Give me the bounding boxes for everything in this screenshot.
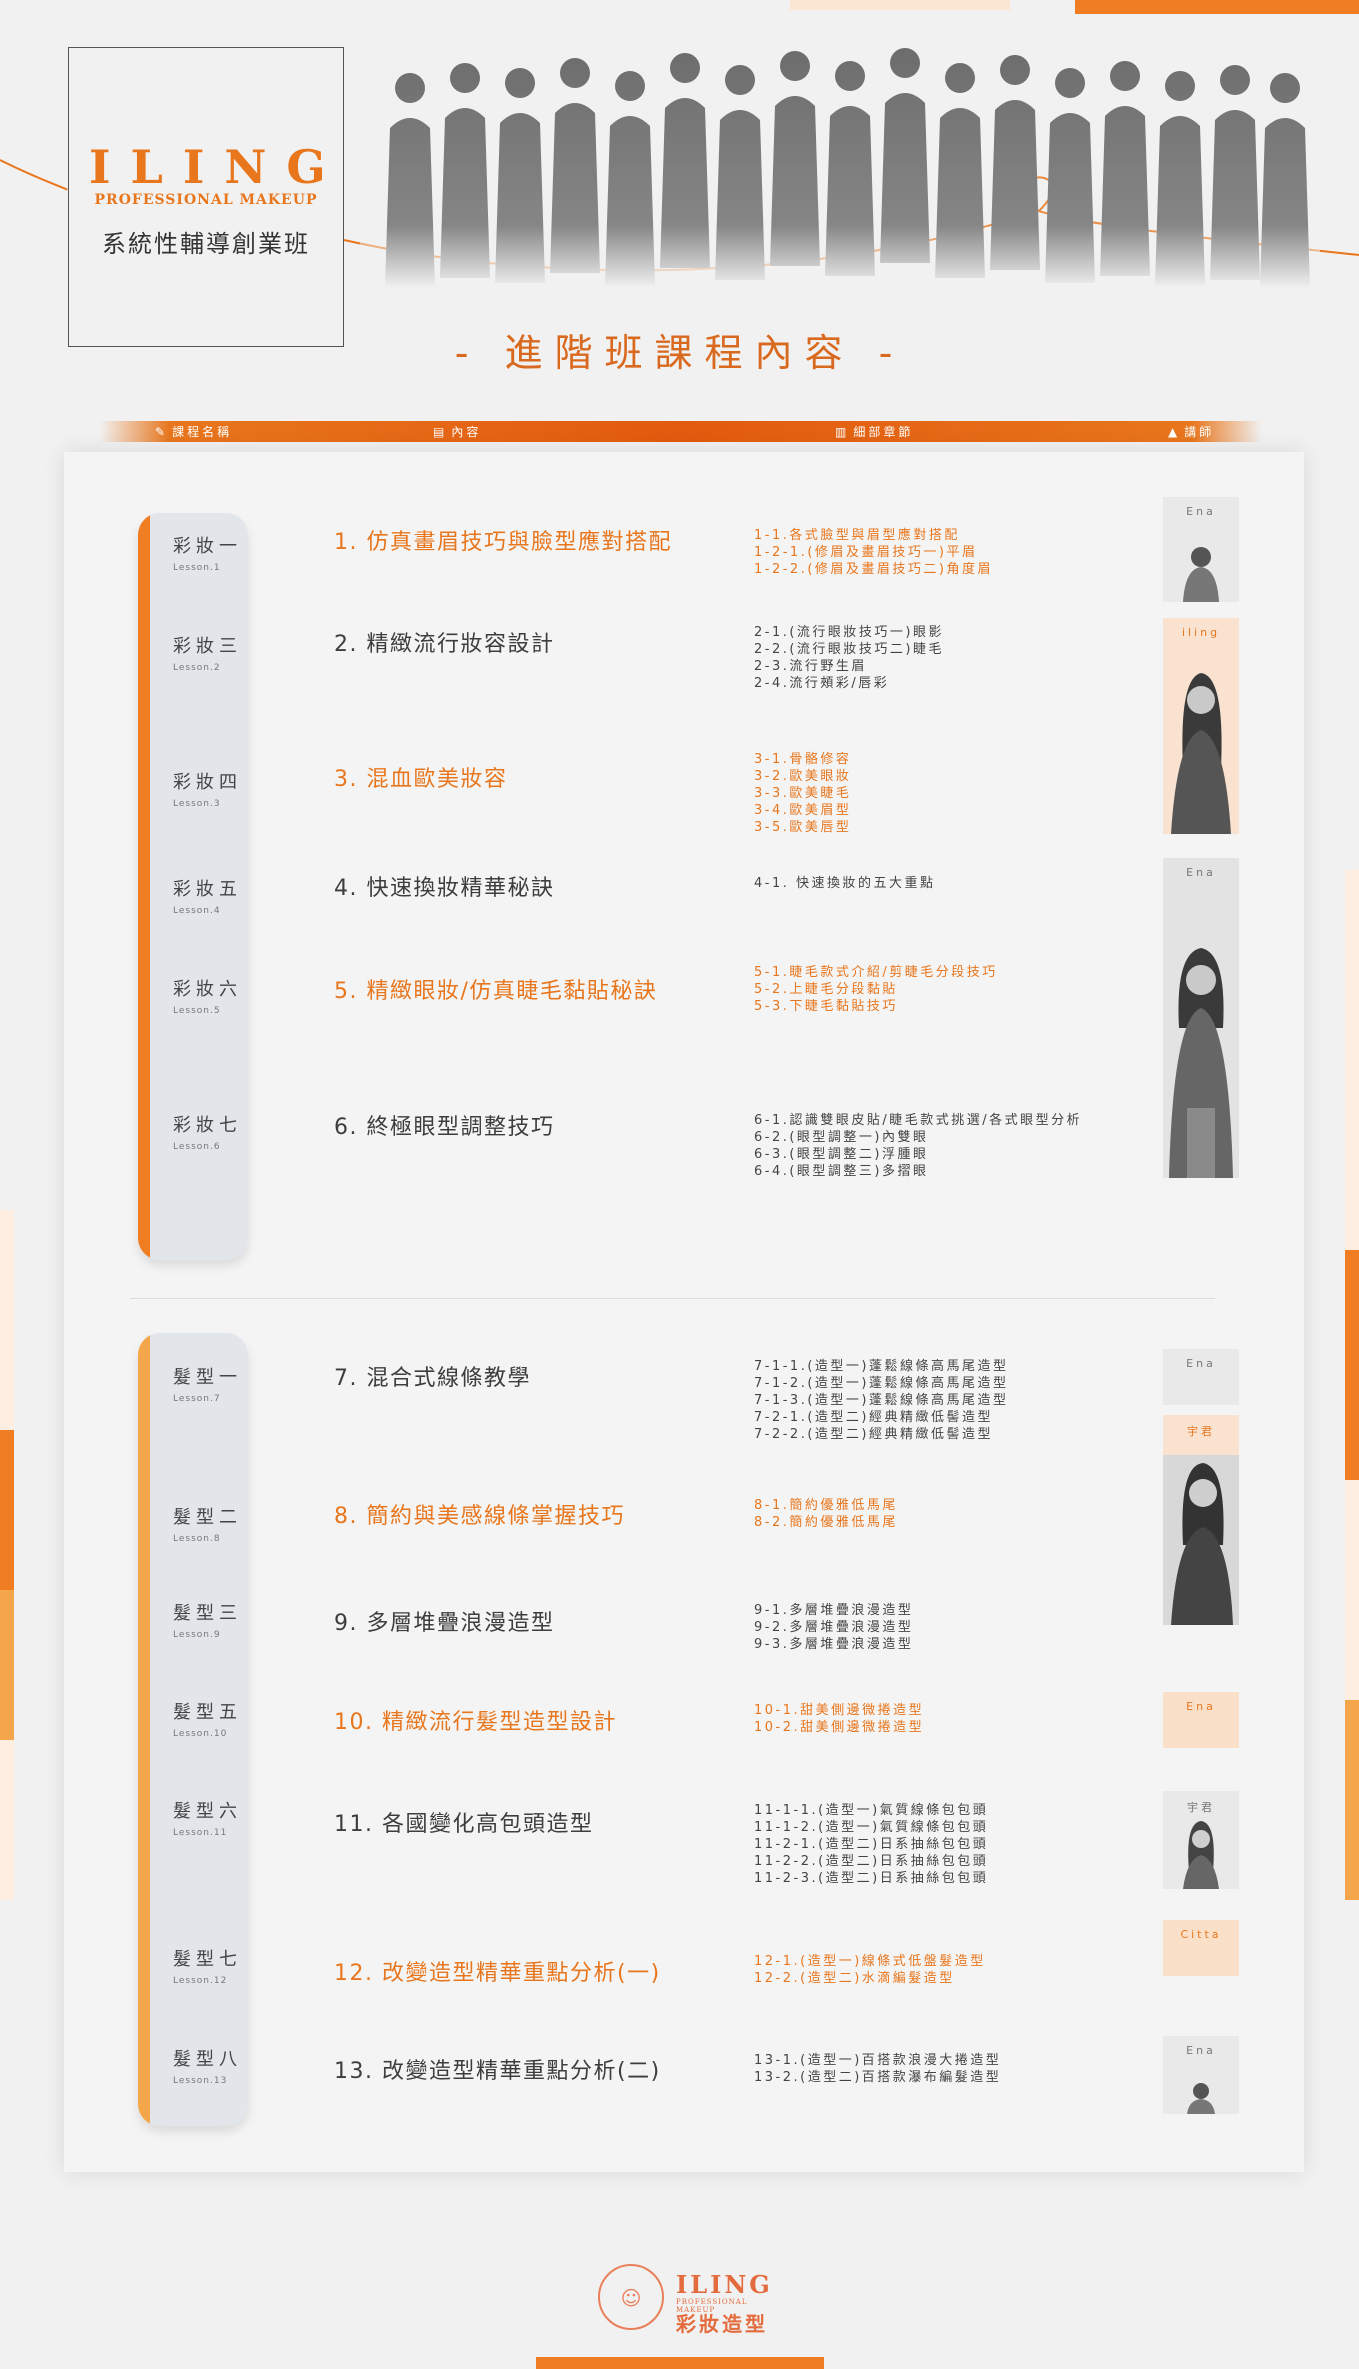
brand-name: ILING [89, 140, 346, 194]
course-title: 3. 混血歐美妝容 [334, 767, 508, 792]
lesson-label: 彩妝七 Lesson.6 [173, 1115, 242, 1152]
graduation-cap-icon: ▲ [1168, 424, 1181, 439]
footer-logo: ☺ ILING PROFESSIONAL MAKEUP 彩妝造型 [598, 2264, 770, 2336]
teacher-card: iling [1163, 618, 1239, 834]
header-chapters: ▥ 細部章節 [835, 424, 914, 440]
teacher-photo [1183, 547, 1219, 602]
teacher-photo [1163, 1455, 1239, 1625]
course-line: 系統性輔導創業班 [102, 230, 310, 258]
teacher-card: Ena [1163, 2036, 1239, 2114]
course-details: 12-1.(造型一)線條式低盤髮造型 12-2.(造型二)水滴編髮造型 [754, 1954, 986, 1986]
course-details: 1-1.各式臉型與眉型應對搭配 1-2-1.(修眉及畫眉技巧一)平眉 1-2-2.(… [754, 528, 993, 577]
course-title: 9. 多層堆疊浪漫造型 [334, 1611, 555, 1636]
lesson-label: 髮型三 Lesson.9 [173, 1603, 242, 1640]
course-title: 4. 快速換妝精華秘訣 [334, 876, 555, 901]
left-bar-4 [0, 1740, 14, 1900]
teacher-card: Ena [1163, 1692, 1239, 1748]
course-panel [64, 452, 1304, 2172]
left-bar-1 [0, 1210, 14, 1430]
lesson-label: 髮型六 Lesson.11 [173, 1801, 242, 1838]
pencil-icon: ✎ [155, 424, 169, 439]
course-details: 7-1-1.(造型一)蓬鬆線條高馬尾造型 7-1-2.(造型一)蓬鬆線條高馬尾造型… [754, 1359, 1009, 1442]
teacher-photo [1169, 948, 1233, 1178]
course-details: 11-1-1.(造型一)氣質線條包包頭 11-1-2.(造型一)氣質線條包包頭 11… [754, 1803, 989, 1886]
right-bar-4 [1345, 1700, 1359, 1900]
document-icon: ▤ [433, 424, 448, 439]
course-title: 10. 精緻流行髮型造型設計 [334, 1710, 617, 1735]
teacher-card: 宇君 [1163, 1791, 1239, 1889]
course-title: 2. 精緻流行妝容設計 [334, 632, 555, 657]
left-bar-2 [0, 1430, 14, 1590]
course-details: 2-1.(流行眼妝技巧一)眼影 2-2.(流行眼妝技巧二)睫毛 2-3.流行野生眉 2… [754, 625, 945, 691]
lesson-label: 彩妝三 Lesson.2 [173, 636, 242, 673]
header-course-name: ✎ 課程名稱 [155, 424, 233, 440]
lesson-label: 髮型七 Lesson.12 [173, 1949, 242, 1986]
team-photo [360, 38, 1320, 288]
section-divider [130, 1298, 1215, 1299]
course-details: 9-1.多層堆疊浪漫造型 9-2.多層堆疊浪漫造型 9-3.多層堆疊浪漫造型 [754, 1603, 914, 1652]
header-teacher: ▲ 講師 [1168, 424, 1215, 440]
book-icon: ▥ [835, 424, 850, 439]
lesson-label: 髮型二 Lesson.8 [173, 1507, 242, 1544]
face-emblem-icon: ☺ [598, 2264, 664, 2330]
teacher-photo [1171, 673, 1231, 834]
course-title: 13. 改變造型精華重點分析(二) [334, 2059, 661, 2084]
course-title: 6. 終極眼型調整技巧 [334, 1115, 555, 1140]
lesson-label: 彩妝四 Lesson.3 [173, 772, 242, 809]
lesson-label: 彩妝一 Lesson.1 [173, 536, 242, 573]
course-title: 1. 仿真畫眉技巧與臉型應對搭配 [334, 530, 672, 555]
course-title: 8. 簡約與美感線條掌握技巧 [334, 1504, 625, 1529]
course-title: 5. 精緻眼妝/仿真睫毛黏貼秘訣 [334, 979, 658, 1004]
header-content: ▤ 內容 [433, 424, 482, 440]
course-details: 8-1.簡約優雅低馬尾 8-2.簡約優雅低馬尾 [754, 1498, 898, 1530]
bottom-orange-bar [536, 2357, 824, 2369]
course-details: 6-1.認識雙眼皮貼/睫毛款式挑選/各式眼型分析 6-2.(眼型調整一)內雙眼 6-… [754, 1113, 1083, 1179]
section-title: - 進階班課程內容 - [454, 331, 905, 375]
course-details: 10-1.甜美側邊微捲造型 10-2.甜美側邊微捲造型 [754, 1703, 925, 1735]
brand-tagline: PROFESSIONAL MAKEUP [94, 192, 318, 208]
teacher-card: Citta [1163, 1920, 1239, 1976]
teacher-card: Ena [1163, 497, 1239, 602]
lesson-label: 髮型五 Lesson.10 [173, 1702, 242, 1739]
right-bar-3 [1345, 1480, 1359, 1700]
lesson-label: 髮型一 Lesson.7 [173, 1367, 242, 1404]
course-title: 7. 混合式線條教學 [334, 1366, 531, 1391]
course-details: 13-1.(造型一)百搭款浪漫大捲造型 13-2.(造型二)百搭款瀑布編髮造型 [754, 2053, 1002, 2085]
teacher-card: Ena [1163, 858, 1239, 1178]
course-details: 3-1.骨骼修容 3-2.歐美眼妝 3-3.歐美睫毛 3-4.歐美眉型 3-5.歐美唇型 [754, 752, 852, 835]
table-header-bar: ✎ 課程名稱 ▤ 內容 ▥ 細部章節 ▲ 講師 [100, 421, 1262, 442]
brand-box: ILING PROFESSIONAL MAKEUP 系統性輔導創業班 [68, 47, 344, 347]
course-title: 12. 改變造型精華重點分析(一) [334, 1961, 661, 1986]
lesson-label: 彩妝五 Lesson.4 [173, 879, 242, 916]
lesson-label: 髮型八 Lesson.13 [173, 2049, 242, 2086]
right-bar-1 [1345, 870, 1359, 1250]
teacher-card: 宇君 [1163, 1415, 1239, 1625]
course-details: 5-1.睫毛款式介紹/剪睫毛分段技巧 5-2.上睫毛分段黏貼 5-3.下睫毛黏貼技巧 [754, 965, 998, 1014]
teacher-photo [1183, 1821, 1219, 1889]
lesson-label: 彩妝六 Lesson.5 [173, 979, 242, 1016]
teacher-photo [1187, 2083, 1215, 2114]
course-title: 11. 各國變化高包頭造型 [334, 1812, 594, 1837]
right-bar-2 [1345, 1250, 1359, 1480]
teacher-card: Ena [1163, 1349, 1239, 1405]
left-bar-3 [0, 1590, 14, 1740]
course-details: 4-1. 快速換妝的五大重點 [754, 876, 936, 891]
